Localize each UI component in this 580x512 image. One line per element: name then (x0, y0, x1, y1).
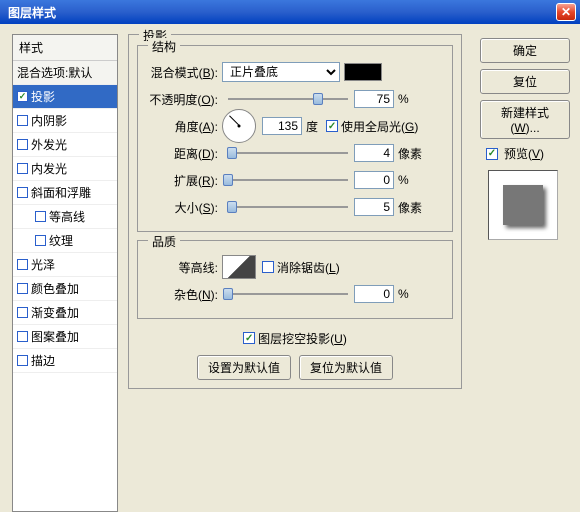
style-row-等高线[interactable]: 等高线 (13, 205, 117, 229)
style-label: 颜色叠加 (31, 280, 79, 297)
style-row-光泽[interactable]: 光泽 (13, 253, 117, 277)
spread-input[interactable] (354, 171, 394, 189)
distance-slider[interactable] (228, 145, 348, 161)
style-checkbox[interactable] (17, 187, 28, 198)
preview-checkbox[interactable] (486, 148, 498, 160)
style-list-header: 样式 (13, 35, 117, 61)
noise-input[interactable] (354, 285, 394, 303)
style-row-内阴影[interactable]: 内阴影 (13, 109, 117, 133)
size-input[interactable] (354, 198, 394, 216)
style-checkbox[interactable] (17, 91, 28, 102)
style-label: 等高线 (49, 208, 85, 225)
cancel-button[interactable]: 复位 (480, 69, 570, 94)
opacity-input[interactable] (354, 90, 394, 108)
structure-legend: 结构 (148, 38, 180, 55)
blend-mode-row: 混合模式(B): 正片叠底 (146, 61, 444, 83)
antialias-checkbox[interactable] (262, 261, 274, 273)
new-style-button[interactable]: 新建样式(W)... (480, 100, 570, 139)
style-checkbox[interactable] (17, 331, 28, 342)
style-row-内发光[interactable]: 内发光 (13, 157, 117, 181)
style-row-渐变叠加[interactable]: 渐变叠加 (13, 301, 117, 325)
style-checkbox[interactable] (17, 163, 28, 174)
quality-legend: 品质 (148, 233, 180, 250)
style-checkbox[interactable] (17, 139, 28, 150)
angle-row: 角度(A): 度 使用全局光(G) (146, 115, 444, 137)
angle-input[interactable] (262, 117, 302, 135)
blend-mode-select[interactable]: 正片叠底 (222, 62, 340, 82)
style-label: 内阴影 (31, 112, 67, 129)
style-label: 图案叠加 (31, 328, 79, 345)
style-label: 描边 (31, 352, 55, 369)
style-row-投影[interactable]: 投影 (13, 85, 117, 109)
window-title: 图层样式 (4, 4, 556, 21)
distance-input[interactable] (354, 144, 394, 162)
style-row-外发光[interactable]: 外发光 (13, 133, 117, 157)
preview-box (488, 170, 558, 240)
preview-row: 预览(V) (486, 145, 570, 162)
style-label: 外发光 (31, 136, 67, 153)
spread-slider[interactable] (228, 172, 348, 188)
style-checkbox[interactable] (17, 115, 28, 126)
style-row-描边[interactable]: 描边 (13, 349, 117, 373)
drop-shadow-group: 投影 结构 混合模式(B): 正片叠底 不透明度(O): % 角度(A): (128, 34, 462, 389)
style-checkbox[interactable] (17, 307, 28, 318)
style-row-纹理[interactable]: 纹理 (13, 229, 117, 253)
titlebar: 图层样式 ✕ (0, 0, 580, 24)
contour-picker[interactable] (222, 255, 256, 279)
opacity-slider[interactable] (228, 91, 348, 107)
preview-swatch (503, 185, 543, 225)
style-label: 渐变叠加 (31, 304, 79, 321)
noise-row: 杂色(N): % (146, 283, 444, 305)
blend-options-row[interactable]: 混合选项:默认 (13, 61, 117, 85)
set-default-button[interactable]: 设置为默认值 (197, 355, 291, 380)
structure-group: 结构 混合模式(B): 正片叠底 不透明度(O): % 角度(A): 度 (137, 45, 453, 232)
size-slider[interactable] (228, 199, 348, 215)
style-checkbox[interactable] (17, 283, 28, 294)
close-button[interactable]: ✕ (556, 3, 576, 21)
contour-row: 等高线: 消除锯齿(L) (146, 256, 444, 278)
opacity-row: 不透明度(O): % (146, 88, 444, 110)
right-panel: 确定 复位 新建样式(W)... 预览(V) (480, 38, 570, 240)
noise-slider[interactable] (228, 286, 348, 302)
style-label: 光泽 (31, 256, 55, 273)
style-checkbox[interactable] (17, 259, 28, 270)
default-buttons: 设置为默认值 复位为默认值 (137, 355, 453, 380)
style-row-颜色叠加[interactable]: 颜色叠加 (13, 277, 117, 301)
reset-default-button[interactable]: 复位为默认值 (299, 355, 393, 380)
angle-dial[interactable] (222, 109, 256, 143)
style-row-斜面和浮雕[interactable]: 斜面和浮雕 (13, 181, 117, 205)
style-checkbox[interactable] (35, 235, 46, 246)
quality-group: 品质 等高线: 消除锯齿(L) 杂色(N): % (137, 240, 453, 319)
spread-row: 扩展(R): % (146, 169, 444, 191)
global-light-checkbox[interactable] (326, 120, 338, 132)
style-list: 样式 混合选项:默认 投影内阴影外发光内发光斜面和浮雕等高线纹理光泽颜色叠加渐变… (12, 34, 118, 512)
style-label: 纹理 (49, 232, 73, 249)
content: 样式 混合选项:默认 投影内阴影外发光内发光斜面和浮雕等高线纹理光泽颜色叠加渐变… (0, 24, 580, 504)
ok-button[interactable]: 确定 (480, 38, 570, 63)
color-swatch[interactable] (344, 63, 382, 81)
knockout-checkbox[interactable] (243, 332, 255, 344)
main-panel: 投影 结构 混合模式(B): 正片叠底 不透明度(O): % 角度(A): (128, 34, 462, 512)
style-row-图案叠加[interactable]: 图案叠加 (13, 325, 117, 349)
style-label: 内发光 (31, 160, 67, 177)
style-checkbox[interactable] (35, 211, 46, 222)
style-label: 投影 (31, 88, 55, 105)
style-label: 斜面和浮雕 (31, 184, 91, 201)
style-checkbox[interactable] (17, 355, 28, 366)
distance-row: 距离(D): 像素 (146, 142, 444, 164)
knockout-row: 图层挖空投影(U) (137, 327, 453, 349)
size-row: 大小(S): 像素 (146, 196, 444, 218)
